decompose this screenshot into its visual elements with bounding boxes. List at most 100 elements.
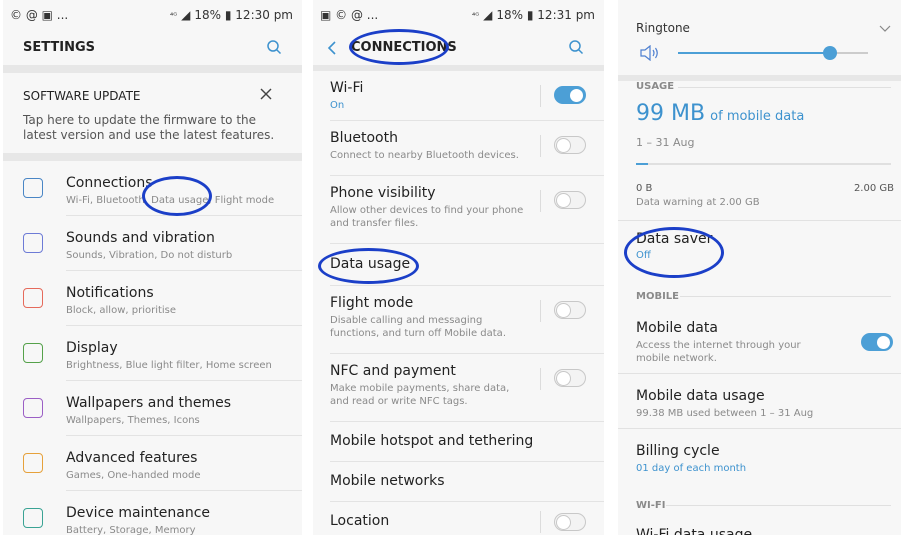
close-icon[interactable] — [260, 88, 272, 100]
settings-item-sub: Games, One-handed mode — [66, 470, 201, 481]
mobile-data-usage-item[interactable]: Mobile data usage 99.38 MB used between … — [636, 388, 813, 420]
usage-bar-max: 2.00 GB — [853, 183, 894, 194]
settings-item-device-maintenance[interactable]: Device maintenance Battery, Storage, Memo… — [3, 491, 302, 535]
data-usage-screen: Ringtone USAGE 99 MB of mobile data 1 – … — [618, 0, 901, 535]
connections-item-sub: On — [330, 100, 345, 111]
settings-item-title: Device maintenance — [66, 505, 211, 521]
search-icon[interactable] — [568, 39, 584, 55]
divider — [680, 296, 891, 297]
usage-amount: 99 MB — [636, 101, 706, 126]
connections-item-title: Flight mode — [330, 295, 414, 311]
wifi-section-label: WI-FI — [636, 500, 666, 511]
search-icon[interactable] — [266, 39, 282, 55]
divider — [3, 65, 302, 73]
settings-item-sub: Battery, Storage, Memory — [66, 525, 196, 535]
divider — [618, 220, 901, 221]
settings-item-sub: Block, allow, prioritise — [66, 305, 177, 316]
connections-item-title: Phone visibility — [330, 185, 436, 201]
annotation-circle — [349, 29, 449, 65]
settings-item-title: Notifications — [66, 285, 154, 301]
settings-screen: © @ ▣ ... ⁴ᴳ ◢ 18% ▮ 12:30 pm SETTINGS S… — [3, 0, 302, 535]
data-signal-icon: ⁴ᴳ — [472, 10, 480, 20]
settings-item-title: Connections — [66, 175, 153, 191]
settings-item-sub: Sounds, Vibration, Do not disturb — [66, 250, 233, 261]
connections-item-phone-visibility[interactable]: Phone visibility Allow other devices to f… — [313, 176, 604, 244]
toggle-separator — [540, 511, 541, 533]
mobile-data-item[interactable]: Mobile data Access the internet through … — [636, 320, 836, 365]
settings-item-title: Advanced features — [66, 450, 198, 466]
mobile-data-usage-sub: 99.38 MB used between 1 – 31 Aug — [636, 408, 814, 419]
usage-bar-fill — [636, 163, 648, 165]
ringtone-slider[interactable] — [678, 46, 868, 60]
connections-item-location[interactable]: Location — [313, 502, 604, 535]
settings-item-title: Sounds and vibration — [66, 230, 215, 246]
connections-item-title: Location — [330, 513, 390, 529]
billing-cycle-item[interactable]: Billing cycle 01 day of each month — [636, 443, 746, 475]
settings-item-display[interactable]: Display Brightness, Blue light filter, Ho… — [3, 326, 302, 381]
toggle-switch[interactable] — [554, 191, 586, 209]
connections-item-title: Mobile hotspot and tethering — [330, 433, 534, 449]
toggle-switch[interactable] — [554, 136, 586, 154]
billing-cycle-value: 01 day of each month — [636, 463, 747, 474]
status-bar: ▣ © @ ... ⁴ᴳ ◢ 18% ▮ 12:31 pm — [313, 0, 604, 30]
settings-item-title: Display — [66, 340, 118, 356]
software-update-card[interactable]: SOFTWARE UPDATE Tap here to update the f… — [3, 73, 302, 153]
divider — [3, 153, 302, 161]
signal-icon: ◢ — [483, 8, 493, 22]
connections-item-nfc-and-payment[interactable]: NFC and payment Make mobile payments, sha… — [313, 354, 604, 422]
status-notification-icons: ▣ © @ ... — [320, 8, 379, 22]
status-bar: © @ ▣ ... ⁴ᴳ ◢ 18% ▮ 12:30 pm — [3, 0, 302, 30]
connections-item-mobile-hotspot-and-tethering[interactable]: Mobile hotspot and tethering — [313, 422, 604, 462]
settings-item-wallpapers-and-themes[interactable]: Wallpapers and themes Wallpapers, Themes,… — [3, 381, 302, 436]
back-arrow-icon[interactable] — [327, 40, 337, 55]
connections-item-title: NFC and payment — [330, 363, 456, 379]
usage-amount-row: 99 MB of mobile data — [636, 101, 804, 126]
usage-bar — [636, 163, 891, 165]
annotation-circle — [624, 227, 724, 278]
wifi-data-usage-item[interactable]: Wi-Fi data usage — [636, 527, 752, 535]
connections-screen: ▣ © @ ... ⁴ᴳ ◢ 18% ▮ 12:31 pm CONNECTION… — [313, 0, 604, 535]
volume-icon — [640, 45, 658, 61]
connections-item-sub: Make mobile payments, share data, and re… — [330, 383, 510, 407]
settings-item-advanced-features[interactable]: Advanced features Games, One-handed mode — [3, 436, 302, 491]
connections-item-title: Wi-Fi — [330, 80, 364, 96]
status-battery-time: 18% ▮ 12:31 pm — [496, 8, 595, 22]
connections-item-bluetooth[interactable]: Bluetooth Connect to nearby Bluetooth dev… — [313, 121, 604, 176]
toggle-switch[interactable] — [554, 86, 586, 104]
toggle-separator — [540, 135, 541, 157]
toggle-separator — [540, 368, 541, 390]
annotation-circle — [142, 176, 212, 216]
billing-cycle-title: Billing cycle — [636, 443, 720, 459]
toggle-switch[interactable] — [554, 369, 586, 387]
toggle-separator — [540, 190, 541, 212]
data-warning: Data warning at 2.00 GB — [636, 197, 760, 208]
connections-icon — [23, 178, 43, 198]
settings-item-sounds-and-vibration[interactable]: Sounds and vibration Sounds, Vibration, D… — [3, 216, 302, 271]
mobile-data-sub: Access the internet through your mobile … — [636, 340, 801, 364]
divider — [678, 87, 891, 88]
connections-item-title: Bluetooth — [330, 130, 398, 146]
connections-item-mobile-networks[interactable]: Mobile networks — [313, 462, 604, 502]
toggle-switch[interactable] — [554, 301, 586, 319]
connections-item-sub: Connect to nearby Bluetooth devices. — [330, 150, 519, 161]
app-bar: SETTINGS — [3, 30, 302, 65]
toggle-separator — [540, 300, 541, 322]
settings-item-notifications[interactable]: Notifications Block, allow, prioritise — [3, 271, 302, 326]
mobile-section-label: MOBILE — [636, 291, 679, 302]
wallpaper-icon — [23, 398, 43, 418]
slider-thumb[interactable] — [823, 46, 837, 60]
connections-item-wi-fi[interactable]: Wi-Fi On — [313, 71, 604, 121]
device-maintenance-icon — [23, 508, 43, 528]
toggle-switch[interactable] — [554, 513, 586, 531]
chevron-down-icon[interactable] — [879, 25, 891, 33]
slider-fill — [678, 52, 830, 54]
usage-period: 1 – 31 Aug — [636, 136, 695, 149]
connections-item-flight-mode[interactable]: Flight mode Disable calling and messaging… — [313, 286, 604, 354]
toggle-separator — [540, 85, 541, 107]
software-update-body: Tap here to update the firmware to the l… — [23, 113, 275, 142]
status-battery-time: 18% ▮ 12:30 pm — [194, 8, 293, 22]
mobile-data-title: Mobile data — [636, 320, 718, 336]
page-title: SETTINGS — [23, 40, 96, 55]
data-signal-icon: ⁴ᴳ — [170, 10, 178, 20]
mobile-data-toggle[interactable] — [861, 333, 893, 351]
